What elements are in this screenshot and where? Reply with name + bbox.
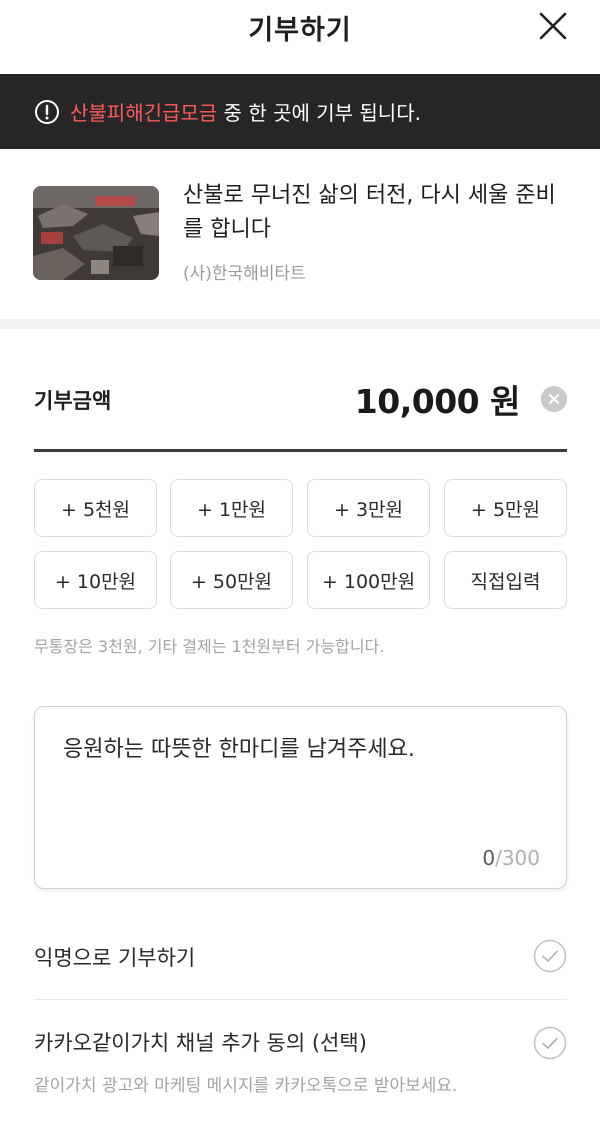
notice-text: 산불피해긴급모금 중 한 곳에 기부 됩니다. [70, 97, 421, 126]
chip-30k[interactable]: + 3만원 [307, 479, 430, 537]
channel-option-description: 같이가치 광고와 마케팅 메시지를 카카오톡으로 받아보세요. [34, 1076, 458, 1096]
chip-custom-input[interactable]: 직접입력 [444, 551, 567, 609]
notice-message: 중 한 곳에 기부 됩니다. [217, 101, 421, 125]
message-counter: 0/300 [482, 846, 540, 870]
campaign-title: 산불로 무너진 삶의 터전, 다시 세울 준비를 합니다 [183, 183, 556, 242]
notice-banner: 산불피해긴급모금 중 한 곳에 기부 됩니다. [0, 74, 600, 149]
chip-10k[interactable]: + 1만원 [170, 479, 293, 537]
clear-icon[interactable] [541, 386, 567, 412]
chip-1m[interactable]: + 100만원 [307, 551, 430, 609]
section-divider [0, 319, 600, 329]
channel-check-icon[interactable] [533, 1026, 567, 1060]
chip-500k[interactable]: + 50만원 [170, 551, 293, 609]
header: 기부하기 [0, 0, 600, 74]
amount-value[interactable]: 10,000 원 [355, 375, 521, 423]
options-divider [34, 999, 567, 1000]
message-textarea[interactable]: 응원하는 따뜻한 한마디를 남겨주세요. 0/300 [34, 706, 567, 889]
campaign-card[interactable]: 산불로 무너진 삶의 터전, 다시 세울 준비를 합니다 (사)한국해비타트 [0, 149, 600, 319]
campaign-organization: (사)한국해비타트 [183, 264, 306, 284]
close-icon[interactable] [533, 6, 573, 46]
page-title: 기부하기 [248, 15, 352, 46]
channel-option-label: 카카오같이가치 채널 추가 동의 (선택) [34, 1031, 367, 1055]
anonymous-option-label: 익명으로 기부하기 [34, 946, 196, 970]
campaign-thumbnail [33, 186, 159, 280]
chip-50k[interactable]: + 5만원 [444, 479, 567, 537]
payment-note: 무통장은 3천원, 기타 결제는 1천원부터 가능합니다. [34, 637, 385, 656]
message-placeholder: 응원하는 따뜻한 한마디를 남겨주세요. [63, 737, 415, 762]
amount-label: 기부금액 [34, 389, 112, 413]
amount-underline [34, 449, 567, 452]
message-count: 0 [482, 846, 496, 870]
alert-circle-icon [35, 99, 59, 124]
message-max: /300 [495, 846, 540, 870]
chip-5k[interactable]: + 5천원 [34, 479, 157, 537]
chip-100k[interactable]: + 10만원 [34, 551, 157, 609]
anonymous-check-icon[interactable] [533, 939, 567, 973]
notice-campaign-name: 산불피해긴급모금 [70, 101, 218, 125]
